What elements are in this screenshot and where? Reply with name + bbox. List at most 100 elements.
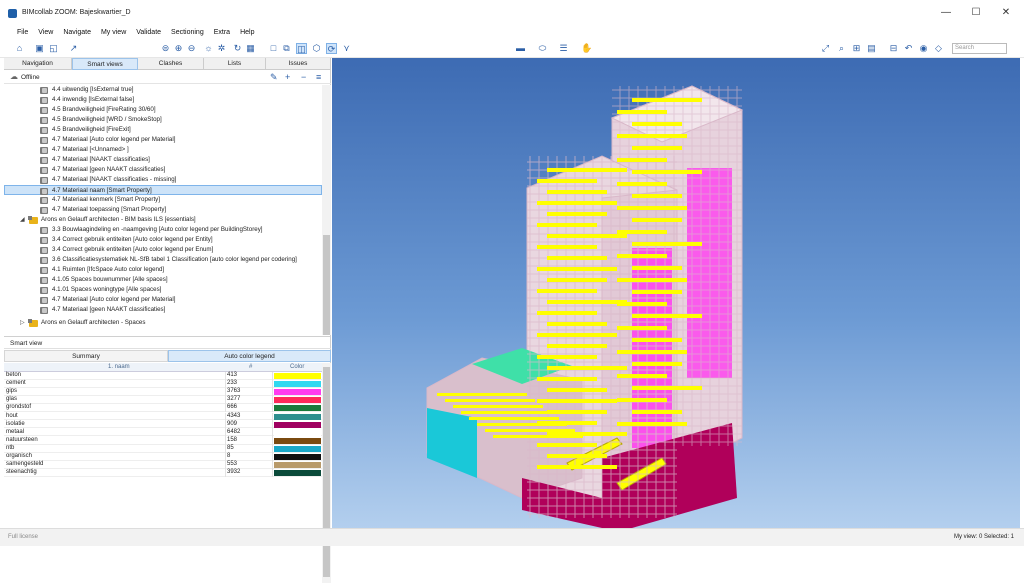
tree-item[interactable]: 4.1 Ruimten [IfcSpace Auto color legend] <box>4 265 322 275</box>
legend-row[interactable]: samengesteld 553 <box>4 461 322 470</box>
tag-icon[interactable]: ◇ <box>933 43 944 54</box>
tree-item[interactable]: 4.1.01 Spaces woningtype [Alle spaces] <box>4 285 322 295</box>
color-swatch[interactable] <box>274 470 321 477</box>
legend-row[interactable]: metaal 6482 <box>4 428 322 437</box>
color-swatch[interactable] <box>274 437 321 444</box>
tree-item[interactable]: 4.5 Brandveiligheid [FireRating 30/60] <box>4 105 322 115</box>
legend-scrollbar[interactable] <box>322 363 331 583</box>
tree-item[interactable]: 4.4 inwendig [IsExternal false] <box>4 95 322 105</box>
minimize-button[interactable]: — <box>935 6 957 20</box>
color-swatch[interactable] <box>274 381 321 388</box>
menu-view[interactable]: View <box>33 26 58 36</box>
menu-file[interactable]: File <box>12 26 33 36</box>
tree-item[interactable]: 3.4 Correct gebruik entiteiten [Auto col… <box>4 245 322 255</box>
tree-item[interactable]: 4.7 Materiaal kenmerk [Smart Property] <box>4 195 322 205</box>
tree-item[interactable]: 3.6 Classificatiesystematiek NL-SfB tabe… <box>4 255 322 265</box>
legend-row[interactable]: beton 413 <box>4 372 322 380</box>
maximize-button[interactable]: ☐ <box>965 6 987 20</box>
color-swatch[interactable] <box>274 397 321 404</box>
edit-icon[interactable]: ✎ <box>270 72 278 82</box>
search-input[interactable]: Search <box>952 43 1007 54</box>
remove-icon[interactable]: − <box>301 72 306 82</box>
share-icon[interactable]: ↗ <box>68 43 79 54</box>
menu-extra[interactable]: Extra <box>209 26 235 36</box>
legend-row[interactable]: organisch 8 <box>4 453 322 461</box>
tree-scrollbar[interactable] <box>322 85 331 335</box>
tree-item[interactable]: 4.5 Brandveiligheid [WRD / SmokeStop] <box>4 115 322 125</box>
tree-group[interactable]: ◢ Arons en Gelauff architecten - BIM basi… <box>4 215 322 225</box>
menu-sectioning[interactable]: Sectioning <box>166 26 209 36</box>
legend-row[interactable]: cement 233 <box>4 380 322 389</box>
tree-item[interactable]: 4.7 Materiaal toepassing [Smart Property… <box>4 205 322 215</box>
expand-arrow-icon[interactable]: ▷ <box>20 318 25 328</box>
bookmark-icon[interactable]: ⊟ <box>888 43 899 54</box>
open-icon[interactable]: ◱ <box>48 43 59 54</box>
tree-item[interactable]: 4.7 Materiaal [<Unnamed> ] <box>4 145 322 155</box>
save-icon[interactable]: ▣ <box>34 43 45 54</box>
legend-row[interactable]: natuursteen 158 <box>4 436 322 445</box>
tree-item[interactable]: 3.4 Correct gebruik entiteiten [Auto col… <box>4 235 322 245</box>
color-swatch[interactable] <box>274 413 321 420</box>
orbit-icon[interactable]: ⟳ <box>326 43 337 54</box>
tree-item[interactable]: 4.7 Materiaal [geen NAAKT classificaties… <box>4 165 322 175</box>
tree-group[interactable]: ▷ Arons en Gelauff architecten - Spaces <box>4 318 322 328</box>
view-section-icon[interactable]: ◫ <box>296 43 307 54</box>
3d-viewport[interactable] <box>332 58 1020 528</box>
camera-icon[interactable]: ▦ <box>245 43 256 54</box>
zoom-out-icon[interactable]: ⊖ <box>186 43 197 54</box>
color-swatch[interactable] <box>274 462 321 469</box>
fit-icon[interactable]: ⊜ <box>160 43 171 54</box>
tree-item[interactable]: 4.7 Materiaal [NAAKT classificaties - mi… <box>4 175 322 185</box>
tree-item[interactable]: 4.1.05 Spaces bouwnummer [Alle spaces] <box>4 275 322 285</box>
tab-navigation[interactable]: Navigation <box>4 58 72 70</box>
tab-clashes[interactable]: Clashes <box>138 58 204 70</box>
undo-icon[interactable]: ↶ <box>903 43 914 54</box>
view-double-icon[interactable]: ⧉ <box>281 43 292 54</box>
legend-row[interactable]: ntb 85 <box>4 444 322 453</box>
legend-row[interactable]: grondstof 666 <box>4 404 322 413</box>
zoom-selected-icon[interactable]: ⊞ <box>851 43 862 54</box>
menu-navigate[interactable]: Navigate <box>58 26 96 36</box>
legend-row[interactable]: gips 3763 <box>4 388 322 397</box>
rotate-icon[interactable]: ↻ <box>232 43 243 54</box>
col-name-header[interactable]: 1. naam <box>108 364 130 370</box>
legend-row[interactable]: isolatie 909 <box>4 420 322 429</box>
zoom-window-icon[interactable]: ⌕ <box>836 43 847 54</box>
tab-smart-views[interactable]: Smart views <box>72 58 138 70</box>
tree-item[interactable]: 4.7 Materiaal [NAAKT classificaties] <box>4 155 322 165</box>
light-icon[interactable]: ☼ <box>203 43 214 54</box>
tab-auto-color-legend[interactable]: Auto color legend <box>168 350 331 362</box>
line-style-icon[interactable]: ▬ <box>515 43 526 54</box>
color-swatch[interactable] <box>274 373 321 379</box>
legend-row[interactable]: hout 4343 <box>4 412 322 421</box>
tree-item[interactable]: 4.5 Brandveiligheid [FireExit] <box>4 125 322 135</box>
tree-item[interactable]: 4.7 Materiaal [geen NAAKT classificaties… <box>4 305 322 315</box>
home-icon[interactable]: ⌂ <box>14 43 25 54</box>
col-color-header[interactable]: Color <box>290 364 304 370</box>
color-swatch[interactable] <box>274 421 321 428</box>
legend-row[interactable]: steenachtig 3932 <box>4 469 322 478</box>
menu-validate[interactable]: Validate <box>131 26 166 36</box>
menu-help[interactable]: Help <box>235 26 259 36</box>
color-swatch[interactable] <box>274 389 321 396</box>
color-swatch[interactable] <box>274 429 321 436</box>
tree-item-selected[interactable]: 4.7 Materiaal naam [Smart Property] <box>4 185 322 195</box>
color-swatch[interactable] <box>274 405 321 412</box>
tree-item[interactable]: 4.7 Materiaal [Auto color legend per Mat… <box>4 295 322 305</box>
cube-icon[interactable]: ⬡ <box>311 43 322 54</box>
tab-issues[interactable]: Issues <box>266 58 331 70</box>
color-swatch[interactable] <box>274 454 321 460</box>
zoom-extent-icon[interactable]: ⤢ <box>820 43 831 54</box>
hand-icon[interactable]: ✋ <box>581 43 592 54</box>
eye-icon[interactable]: ◉ <box>918 43 929 54</box>
color-swatch[interactable] <box>274 445 321 452</box>
tree-item[interactable]: 3.3 Bouwlaagindeling en -naamgeving [Aut… <box>4 225 322 235</box>
zoom-in-icon[interactable]: ⊕ <box>173 43 184 54</box>
scrollbar-thumb[interactable] <box>323 235 330 335</box>
collapse-arrow-icon[interactable]: ◢ <box>20 215 25 225</box>
tab-lists[interactable]: Lists <box>204 58 266 70</box>
settings-icon[interactable]: ✲ <box>216 43 227 54</box>
view-single-icon[interactable]: □ <box>268 43 279 54</box>
legend-row[interactable]: glas 3277 <box>4 396 322 405</box>
walk-icon[interactable]: ⋎ <box>341 43 352 54</box>
